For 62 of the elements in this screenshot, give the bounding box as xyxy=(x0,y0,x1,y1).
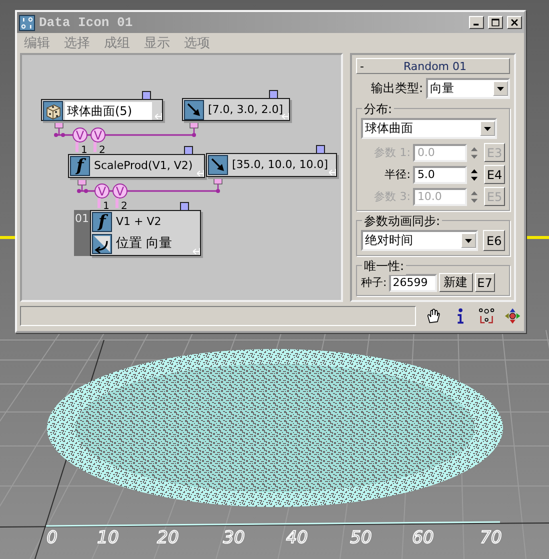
port-number: 1 xyxy=(81,145,88,156)
node-label: V1 + V2 xyxy=(115,214,162,230)
input-port[interactable] xyxy=(316,145,325,154)
selection-line xyxy=(526,236,549,239)
seed-label: 种子: xyxy=(361,275,387,290)
node-box[interactable]: 球体曲面(5) xyxy=(41,99,163,121)
move-icon[interactable] xyxy=(504,307,521,325)
function-icon: f xyxy=(92,212,112,232)
group-label: 唯一性: xyxy=(362,258,406,275)
node-box[interactable]: f ScaleProd(V1, V2) xyxy=(68,154,205,178)
input-port[interactable] xyxy=(180,202,189,211)
port-number: 2 xyxy=(99,145,106,156)
sync-dropdown[interactable]: 绝对时间 xyxy=(361,230,478,251)
port-number: 2 xyxy=(121,201,128,212)
hand-icon[interactable] xyxy=(425,307,443,325)
node-sublabel: 位置 向量 xyxy=(115,235,174,253)
node-label: ScaleProd(V1, V2) xyxy=(93,158,194,174)
group-label: 分布: xyxy=(362,101,394,118)
port-marker[interactable]: V xyxy=(72,128,88,142)
input-port[interactable] xyxy=(269,90,278,99)
numbering-icon[interactable] xyxy=(478,307,495,325)
param-label: 半径: xyxy=(384,167,410,182)
function-icon: f xyxy=(70,156,90,176)
corner-arrow-icon xyxy=(193,248,200,255)
expression-button[interactable]: E4 xyxy=(484,165,505,184)
node-box[interactable]: f V1 + V2 位置 向量 xyxy=(90,210,201,256)
input-port[interactable] xyxy=(142,91,151,100)
dice-icon xyxy=(43,101,63,121)
port-number: 1 xyxy=(103,201,110,212)
close-icon[interactable] xyxy=(507,16,522,29)
expression-button[interactable]: E7 xyxy=(474,273,495,292)
collapse-sign: - xyxy=(360,60,364,72)
input-port[interactable] xyxy=(184,146,193,155)
group-label: 参数动画同步: xyxy=(362,213,442,230)
node-box[interactable]: [7.0, 3.0, 2.0] xyxy=(182,98,290,121)
port-marker[interactable]: V xyxy=(112,184,128,198)
window-title: Data Icon 01 xyxy=(39,15,134,30)
output-type-dropdown[interactable]: 向量 xyxy=(426,78,510,99)
node-label: [7.0, 3.0, 2.0] xyxy=(207,102,284,118)
new-seed-button[interactable]: 新建 xyxy=(438,273,473,292)
minimize-icon[interactable] xyxy=(469,16,484,29)
distribution-dropdown[interactable]: 球体曲面 xyxy=(361,118,497,139)
expression-button[interactable]: E6 xyxy=(483,230,505,251)
corner-arrow-icon xyxy=(329,169,336,176)
node-index: 01 xyxy=(74,210,90,256)
position-vector-icon xyxy=(92,234,112,254)
corner-arrow-icon xyxy=(197,170,204,177)
maximize-icon[interactable] xyxy=(488,16,503,29)
node-box[interactable]: [35.0, 10.0, 10.0] xyxy=(206,153,337,177)
corner-arrow-icon xyxy=(282,113,289,120)
port-marker[interactable]: V xyxy=(94,184,110,198)
axis-label: 50 xyxy=(350,528,372,548)
output-type-label: 输出类型: xyxy=(370,80,423,97)
seed-field[interactable]: 26599 xyxy=(388,274,437,292)
param-field[interactable]: 5.0 xyxy=(413,166,468,184)
node-label: 球体曲面(5) xyxy=(65,102,152,120)
corner-arrow-icon xyxy=(155,113,162,120)
rollout-title: Random 01 xyxy=(402,60,468,72)
port-marker[interactable]: V xyxy=(90,128,106,142)
rollout-header[interactable]: - Random 01 xyxy=(356,58,510,74)
binary-grid-icon xyxy=(19,14,35,30)
node-label: [35.0, 10.0, 10.0] xyxy=(231,157,330,173)
